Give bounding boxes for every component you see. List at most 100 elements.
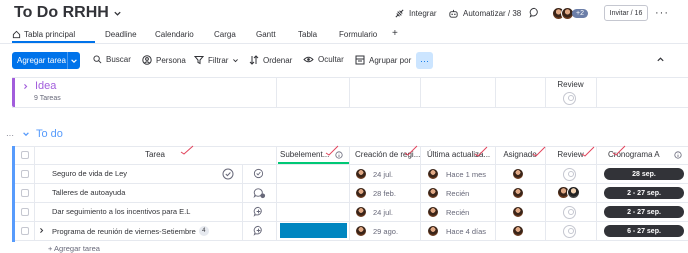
row-checkbox[interactable]: [21, 170, 29, 178]
row-checkbox[interactable]: [21, 208, 29, 216]
created-date: 28 feb.: [373, 188, 396, 198]
board-title[interactable]: To Do RRHH: [14, 4, 122, 22]
invite-button[interactable]: Invitar / 16: [604, 5, 648, 21]
assignee-cell[interactable]: [512, 187, 524, 199]
filter-icon: [194, 55, 204, 65]
chevron-up-icon[interactable]: [656, 55, 665, 64]
assignee-cell[interactable]: [512, 225, 524, 237]
task-name[interactable]: Seguro de vida de Ley: [52, 169, 127, 178]
chat-icon[interactable]: [529, 7, 540, 18]
divider: [12, 107, 688, 108]
divider: [420, 146, 421, 240]
conversation-icon[interactable]: [253, 168, 264, 179]
info-icon[interactable]: [673, 150, 682, 159]
hide-button[interactable]: Ocultar: [303, 55, 344, 64]
task-name[interactable]: Talleres de autoayuda: [52, 188, 125, 197]
assignee-cell[interactable]: [512, 168, 524, 180]
group-by-button[interactable]: Agrupar por: [355, 55, 411, 65]
avatar: [512, 206, 524, 218]
tab-deadline[interactable]: Deadline: [105, 30, 137, 39]
divider: [420, 77, 421, 107]
created-date: 29 ago.: [373, 226, 399, 236]
tab-gantt[interactable]: Gantt: [256, 30, 276, 39]
eye-icon: [303, 55, 314, 64]
avatar: [427, 225, 439, 237]
sort-button[interactable]: Ordenar: [249, 55, 292, 65]
tab-main-table[interactable]: Tabla principal: [12, 30, 75, 39]
chevron-down-icon[interactable]: [113, 9, 122, 18]
sort-label: Ordenar: [263, 55, 293, 65]
task-name[interactable]: Dar seguimiento a los incentivos para E.…: [52, 207, 190, 216]
add-task-button[interactable]: Agregar tarea: [12, 52, 80, 69]
avatar: [512, 187, 524, 199]
more-options-icon[interactable]: ···: [655, 7, 669, 19]
annotation-mark: [325, 145, 339, 156]
task-name-text: Dar seguimiento a los incentivos para E.…: [52, 207, 191, 216]
group-header-todo[interactable]: To do: [22, 128, 63, 140]
integrate-button[interactable]: Integrar: [394, 6, 437, 20]
group-color-bar: [12, 146, 15, 242]
chevron-right-icon[interactable]: [22, 83, 29, 90]
review-cell[interactable]: [563, 168, 576, 181]
divider: [15, 202, 688, 203]
person-icon: [142, 55, 152, 65]
timeline-pill[interactable]: 6 - 27 sep.: [604, 225, 684, 237]
divider: [12, 77, 688, 78]
group-title[interactable]: To do: [36, 128, 63, 140]
assignee-cell[interactable]: [512, 206, 524, 218]
add-view-button[interactable]: +: [392, 28, 398, 39]
select-all-checkbox[interactable]: [21, 151, 29, 159]
divider: [276, 146, 277, 240]
chevron-right-icon[interactable]: [38, 227, 45, 234]
group-header-idea[interactable]: Idea: [22, 80, 56, 92]
timeline-pill[interactable]: 2 - 27 sep.: [604, 187, 684, 199]
tab-table[interactable]: Tabla: [298, 30, 317, 39]
created-date: 24 jul.: [373, 169, 394, 179]
task-name[interactable]: Programa de reunión de viernes-Setiembre…: [52, 226, 209, 236]
person-placeholder-icon[interactable]: [563, 92, 576, 105]
conversation-icon[interactable]: [253, 225, 264, 236]
check-circle-icon[interactable]: [222, 168, 234, 180]
add-task-row[interactable]: + Agregar tarea: [48, 244, 100, 253]
group-menu-icon[interactable]: ···: [6, 131, 14, 140]
chevron-down-icon[interactable]: [67, 52, 80, 69]
search-button[interactable]: Buscar: [93, 55, 131, 64]
review-cell[interactable]: [563, 206, 576, 219]
integrate-label: Integrar: [409, 8, 437, 18]
divider: [276, 77, 277, 107]
divider: [596, 77, 597, 107]
row-checkbox[interactable]: [21, 227, 29, 235]
avatar: [427, 187, 439, 199]
row-checkbox[interactable]: [21, 189, 29, 197]
chevron-down-icon[interactable]: [22, 130, 30, 138]
tab-form[interactable]: Formulario: [339, 30, 377, 39]
column-header-task[interactable]: Tarea: [34, 150, 276, 159]
timeline-pill[interactable]: 2 - 27 sep.: [604, 206, 684, 218]
search-icon: [93, 55, 102, 64]
group-title[interactable]: Idea: [35, 80, 56, 92]
annotation-mark: [404, 145, 418, 156]
board-members[interactable]: +2: [552, 6, 588, 21]
review-cell[interactable]: [557, 186, 580, 199]
created-date: 24 jul.: [373, 207, 394, 217]
divider: [545, 146, 546, 240]
annotation-mark: [474, 146, 488, 157]
avatar: [427, 168, 439, 180]
subitems-summary-bar[interactable]: [280, 223, 347, 238]
person-filter-button[interactable]: Persona: [142, 55, 186, 65]
integrate-icon: [394, 8, 405, 19]
divider: [15, 240, 688, 241]
automate-button[interactable]: Automatizar / 38: [448, 6, 521, 20]
sort-icon: [249, 55, 259, 65]
person-placeholder-icon[interactable]: [563, 225, 576, 238]
conversation-icon[interactable]: [253, 206, 264, 217]
review-cell[interactable]: [563, 225, 576, 238]
person-placeholder-icon[interactable]: [563, 168, 576, 181]
conversation-icon[interactable]: [253, 187, 266, 199]
more-tools-icon[interactable]: ···: [416, 52, 433, 69]
timeline-pill[interactable]: 28 sep.: [604, 168, 684, 180]
tab-calendar[interactable]: Calendario: [155, 30, 194, 39]
person-placeholder-icon[interactable]: [563, 206, 576, 219]
filter-button[interactable]: Filtrar: [194, 55, 239, 65]
tab-workload[interactable]: Carga: [214, 30, 236, 39]
